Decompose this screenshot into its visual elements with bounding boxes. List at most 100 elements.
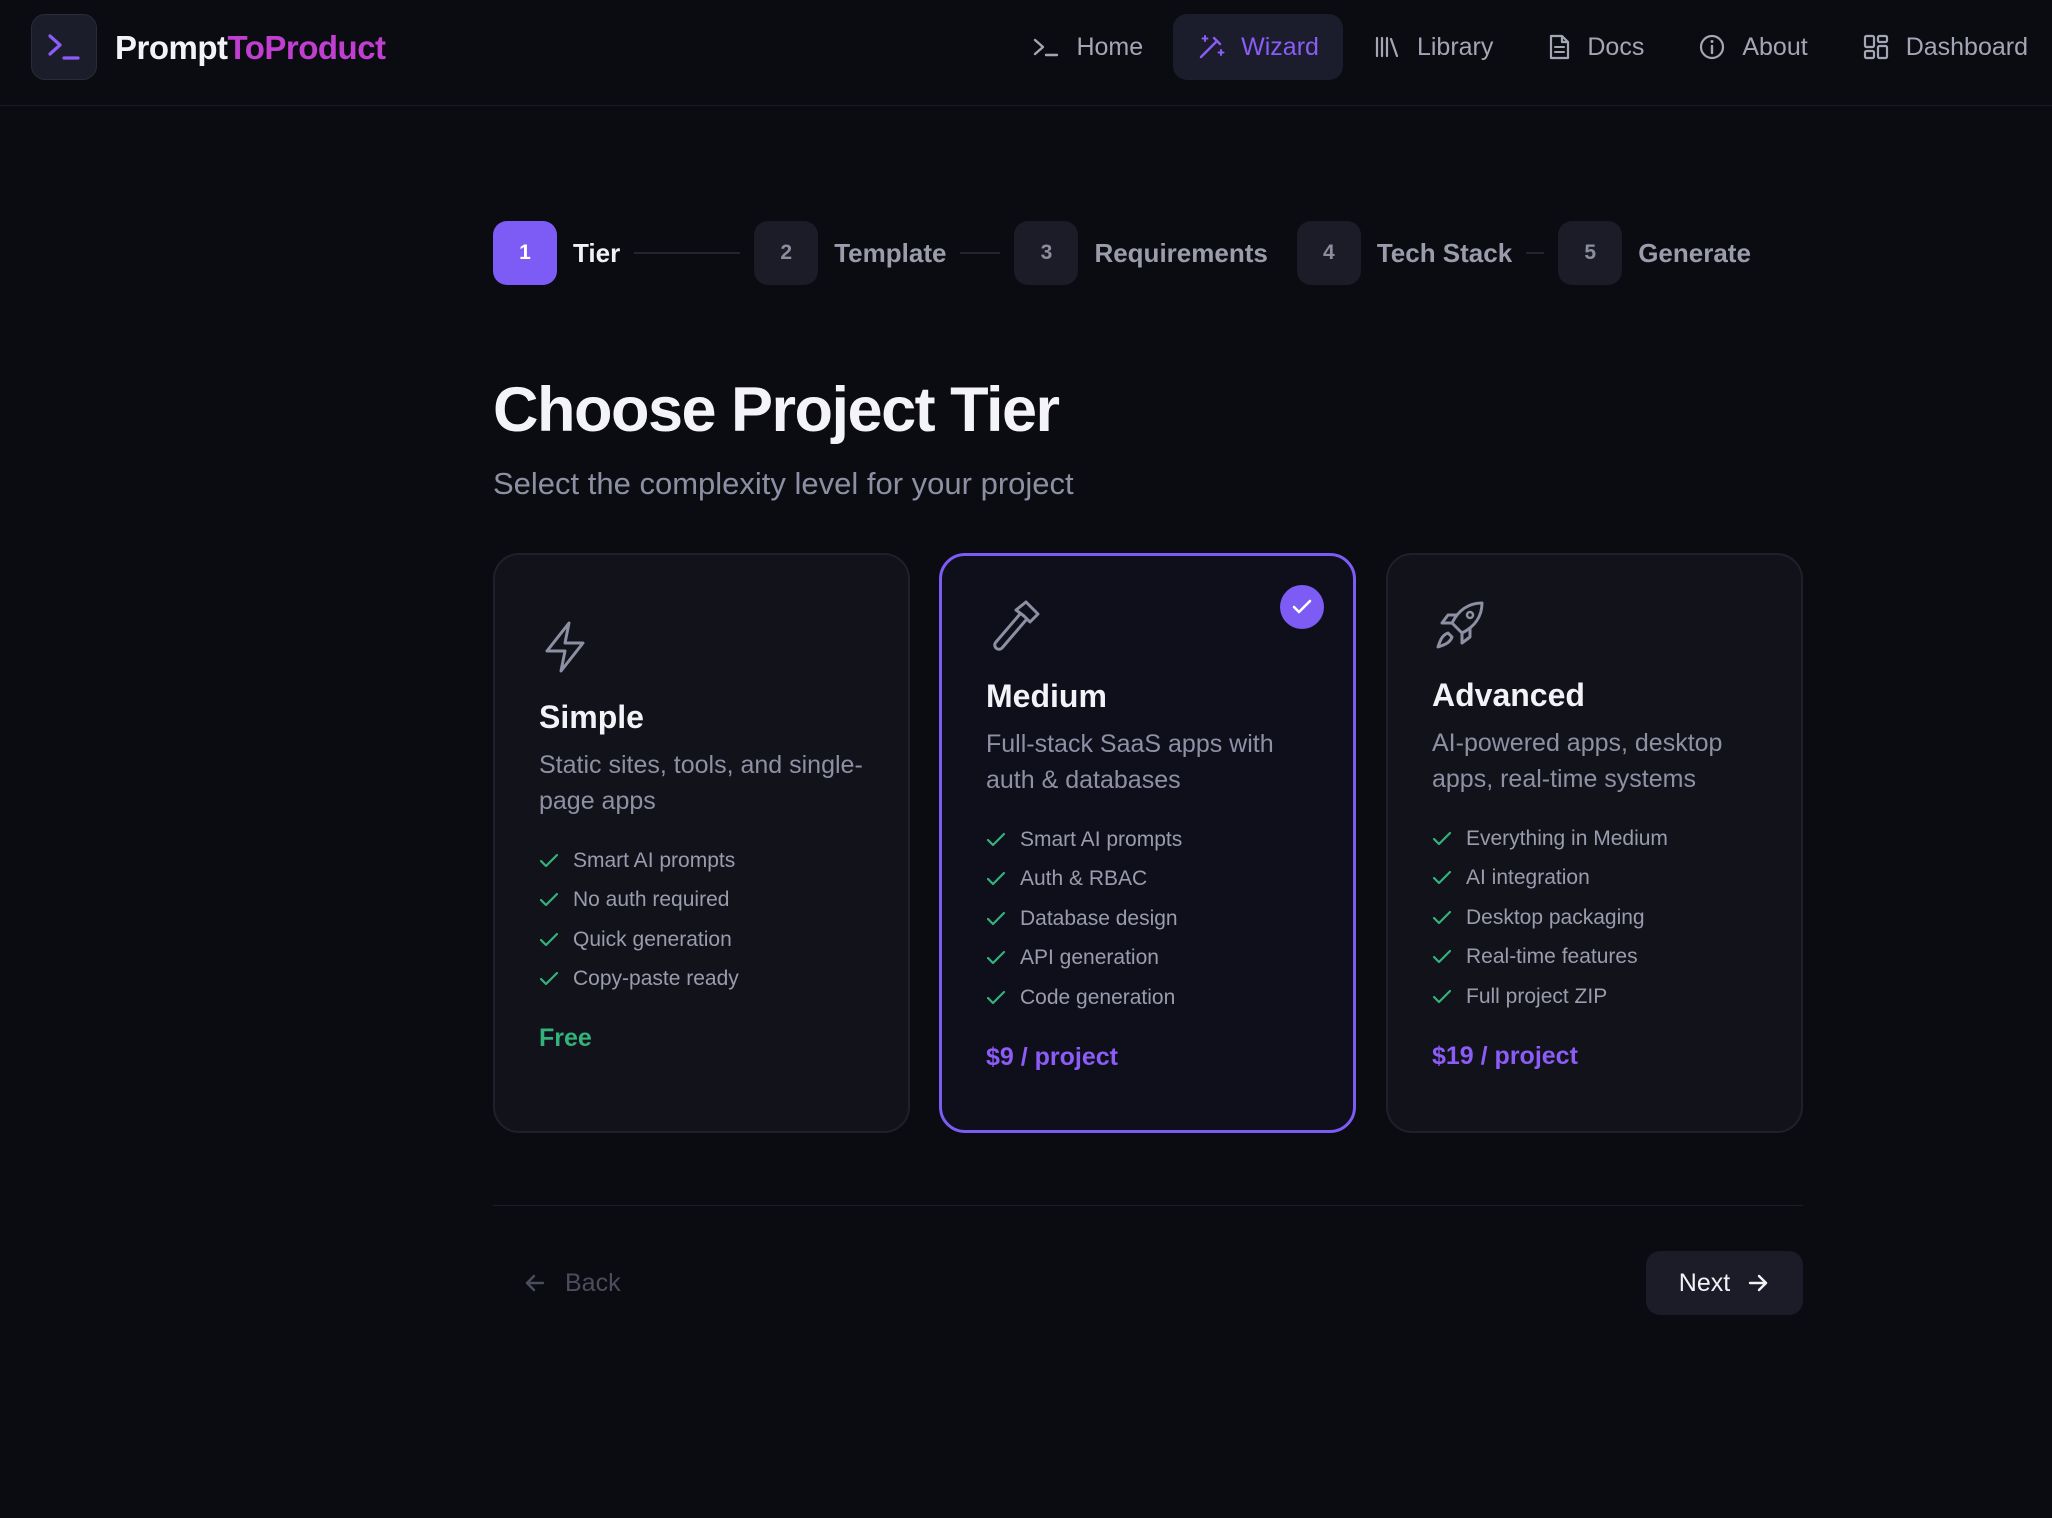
feature-item: Smart AI prompts — [539, 841, 868, 881]
tier-title: Advanced — [1432, 677, 1585, 713]
step-requirements[interactable]: 3 Requirements — [1014, 221, 1268, 285]
feature-item: Desktop packaging — [1432, 898, 1761, 938]
step-number: 5 — [1558, 221, 1623, 285]
feature-item: Smart AI prompts — [986, 820, 1313, 860]
check-icon — [986, 951, 1006, 965]
nav-about-label: About — [1742, 32, 1808, 61]
tier-description: Full-stack SaaS apps with auth & databas… — [986, 730, 1274, 794]
tier-card-simple[interactable]: Simple Static sites, tools, and single-p… — [493, 553, 910, 1133]
feature-text: Full project ZIP — [1466, 984, 1608, 1008]
nav-wizard[interactable]: Wizard — [1173, 14, 1343, 80]
tier-card-advanced[interactable]: Advanced AI-powered apps, desktop apps, … — [1386, 553, 1803, 1133]
brand-name[interactable]: PromptToProduct — [115, 28, 386, 68]
feature-text: Copy-paste ready — [573, 967, 739, 991]
tier-title: Medium — [986, 678, 1107, 714]
step-connector — [634, 252, 741, 254]
nav-dashboard-label: Dashboard — [1905, 32, 2028, 61]
brand-part-toproduct: ToProduct — [227, 29, 387, 66]
step-label: Requirements — [1094, 237, 1268, 268]
feature-text: Desktop packaging — [1466, 905, 1645, 929]
step-tech-stack[interactable]: 4 Tech Stack — [1296, 221, 1513, 285]
step-number: 2 — [754, 221, 819, 285]
feature-item: API generation — [986, 939, 1313, 979]
nav-dashboard[interactable]: Dashboard — [1838, 14, 2052, 80]
step-generate[interactable]: 5 Generate — [1558, 221, 1751, 285]
tier-title: Simple — [539, 699, 644, 735]
feature-text: AI integration — [1466, 866, 1590, 890]
arrow-right-icon — [1749, 1274, 1768, 1292]
step-number: 1 — [493, 221, 557, 285]
feature-text: Code generation — [1020, 985, 1176, 1009]
logo[interactable] — [31, 14, 97, 80]
feature-item: Code generation — [986, 978, 1313, 1018]
check-icon — [986, 911, 1006, 925]
check-icon — [1432, 950, 1452, 964]
lightning-icon — [539, 619, 868, 679]
step-connector — [1526, 252, 1545, 254]
terminal-icon — [1034, 38, 1059, 57]
check-icon — [539, 893, 559, 907]
step-tier[interactable]: 1 Tier — [493, 221, 620, 285]
main-nav: Home Wizard Library Docs About Dashboard — [1002, 14, 2052, 80]
feature-item: Everything in Medium — [1432, 819, 1761, 859]
step-number: 3 — [1014, 221, 1079, 285]
feature-text: Real-time features — [1466, 945, 1638, 969]
step-connector — [960, 252, 1001, 254]
feature-item: AI integration — [1432, 859, 1761, 899]
step-label: Template — [834, 237, 947, 268]
feature-list: Everything in Medium AI integration Desk… — [1432, 819, 1761, 1017]
check-icon — [1432, 871, 1452, 885]
feature-text: Everything in Medium — [1466, 826, 1668, 850]
brand-part-prompt: Prompt — [115, 29, 228, 66]
document-icon — [1550, 34, 1570, 60]
feature-text: Auth & RBAC — [1020, 867, 1148, 891]
check-icon — [539, 853, 559, 867]
check-icon — [986, 872, 1006, 886]
nav-about[interactable]: About — [1674, 14, 1831, 80]
feature-item: Copy-paste ready — [539, 960, 868, 1000]
nav-library[interactable]: Library — [1349, 14, 1517, 80]
feature-text: Smart AI prompts — [573, 848, 736, 872]
tier-description: Static sites, tools, and single-page app… — [539, 751, 863, 815]
step-connector — [1282, 252, 1283, 254]
feature-item: Auth & RBAC — [986, 860, 1313, 900]
nav-library-label: Library — [1416, 32, 1494, 61]
step-label: Tech Stack — [1376, 237, 1513, 268]
feature-text: Quick generation — [573, 927, 732, 951]
check-icon — [1432, 831, 1452, 845]
step-label: Tier — [573, 237, 621, 268]
tier-price: $19 / project — [1432, 1041, 1578, 1070]
feature-list: Smart AI prompts Auth & RBAC Database de… — [986, 820, 1313, 1018]
feature-item: No auth required — [539, 881, 868, 921]
check-icon — [1432, 989, 1452, 1003]
next-button[interactable]: Next — [1646, 1251, 1803, 1315]
library-icon — [1375, 36, 1399, 58]
app-header: PromptToProduct Home Wizard Library Docs… — [0, 0, 2052, 106]
feature-item: Quick generation — [539, 920, 868, 960]
back-button[interactable]: Back — [493, 1251, 651, 1315]
step-template[interactable]: 2 Template — [754, 221, 946, 285]
check-icon — [539, 972, 559, 986]
nav-wizard-label: Wizard — [1241, 32, 1319, 61]
info-icon — [1700, 34, 1725, 60]
feature-item: Full project ZIP — [1432, 977, 1761, 1017]
feature-text: API generation — [1020, 946, 1159, 970]
nav-docs[interactable]: Docs — [1523, 14, 1668, 80]
feature-text: Database design — [1020, 906, 1178, 930]
footer-divider — [493, 1205, 1803, 1206]
feature-text: No auth required — [573, 888, 730, 912]
page-title: Choose Project Tier — [493, 375, 1060, 445]
feature-text: Smart AI prompts — [1020, 827, 1183, 851]
rocket-icon — [1432, 597, 1761, 657]
check-icon — [539, 932, 559, 946]
tier-price: $9 / project — [986, 1042, 1118, 1071]
magic-wand-icon — [1199, 35, 1225, 59]
nav-home[interactable]: Home — [1008, 14, 1167, 80]
check-icon — [1432, 910, 1452, 924]
step-number: 4 — [1296, 221, 1361, 285]
feature-list: Smart AI prompts No auth required Quick … — [539, 841, 868, 999]
grid-icon — [1863, 34, 1888, 60]
check-icon — [986, 990, 1006, 1004]
arrow-left-icon — [525, 1274, 545, 1292]
tier-card-medium[interactable]: Medium Full-stack SaaS apps with auth & … — [939, 553, 1356, 1133]
